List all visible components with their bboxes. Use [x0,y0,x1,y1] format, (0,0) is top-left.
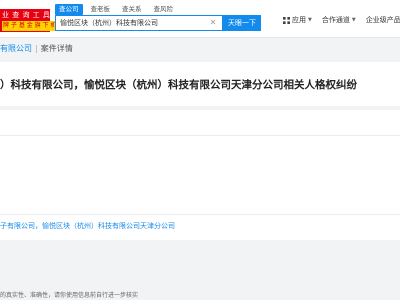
case-title-card: ）科技有限公司，愉悦区块（杭州）科技有限公司天津分公司相关人格权纠纷 [0,62,400,106]
logo[interactable]: 业 查 询 工 具 牌 子 基 金 旗 下 机 构 [0,9,66,32]
case-title: ）科技有限公司，愉悦区块（杭州）科技有限公司天津分公司相关人格权纠纷 [0,79,357,91]
breadcrumb-separator: | [35,44,38,53]
search-button[interactable]: 天眼一下 [223,15,261,31]
logo-line1: 业 查 询 工 具 [2,11,51,19]
tab-relation[interactable]: 查关系 [118,4,146,15]
search-box: ✕ [55,15,223,31]
section-divider [0,135,400,136]
tab-risk[interactable]: 查风险 [150,4,178,15]
nav-app-label: 应用 [292,16,306,24]
search-input[interactable] [56,16,206,30]
nav-app[interactable]: 应用 ▼ [283,15,312,25]
tab-company[interactable]: 查公司 [55,4,83,15]
chevron-down-icon: ▼ [351,17,356,23]
chevron-down-icon: ▼ [308,17,312,23]
nav-coop[interactable]: 合作通道 ▼ [322,15,356,25]
related-parties-link[interactable]: 子有限公司，愉悦区块（杭州）科技有限公司天津分公司 [0,221,175,231]
nav-coop-label: 合作通道 [321,16,350,24]
nav-right: 应用 ▼ 合作通道 ▼ 企业级产品 ▼ [283,14,400,26]
nav-enterprise-label: 企业级产品 [365,16,400,24]
search-tabs: 查公司 查老板 查关系 查风险 [55,4,177,15]
breadcrumb-company[interactable]: 有限公司 [0,44,32,53]
breadcrumb: 有限公司 | 案件详情 [0,42,73,56]
section-divider [0,214,400,215]
app-grid-icon [283,16,290,24]
clear-icon[interactable]: ✕ [208,18,218,28]
top-header: 业 查 询 工 具 牌 子 基 金 旗 下 机 构 查公司 查老板 查关系 查风… [0,0,400,38]
breadcrumb-current: 案件详情 [40,44,73,53]
tab-boss[interactable]: 查老板 [87,4,115,15]
nav-enterprise[interactable]: 企业级产品 ▼ [366,15,400,25]
disclaimer-text: 的真实性、准确性，请你使用信息前自行进一步核实 [0,292,139,299]
